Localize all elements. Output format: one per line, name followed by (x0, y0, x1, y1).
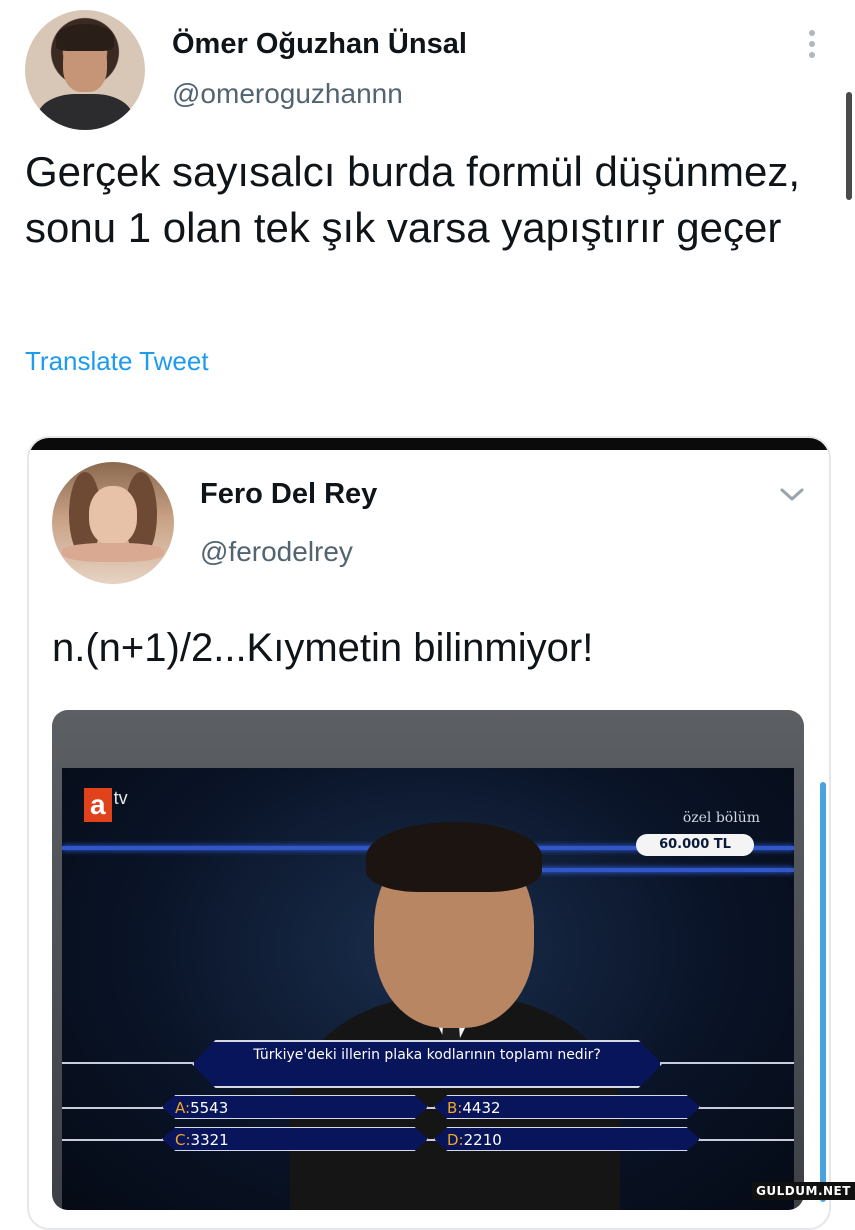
author-name[interactable]: Ömer Oğuzhan Ünsal (172, 28, 467, 61)
quoted-author-avatar[interactable] (52, 462, 174, 584)
answer-c: C:3321 (162, 1127, 428, 1151)
scrollbar[interactable] (846, 92, 852, 200)
author-handle[interactable]: @omeroguzhannn (172, 78, 403, 110)
avatar-body-shape (37, 94, 133, 130)
prize-amount: 60.000 TL (636, 834, 754, 856)
channel-logo: a tv (84, 788, 128, 822)
answer-value: 3321 (190, 1131, 229, 1149)
answer-value: 2210 (463, 1131, 502, 1149)
quoted-author-name[interactable]: Fero Del Rey (200, 478, 377, 511)
answer-b: B:4432 (434, 1095, 700, 1119)
author-avatar[interactable] (25, 10, 145, 130)
card-top-border (29, 438, 829, 450)
more-vertical-icon[interactable] (800, 28, 824, 60)
answer-d: D:2210 (434, 1127, 700, 1151)
avatar-face-shape (88, 486, 138, 545)
answer-key: B: (447, 1099, 463, 1117)
chevron-down-icon[interactable] (778, 484, 806, 504)
avatar-hair-shape (56, 24, 114, 51)
quoted-tweet-text: n.(n+1)/2...Kıymetin bilinmiyor! (52, 626, 594, 670)
channel-logo-text: tv (113, 788, 128, 808)
answer-key: C: (175, 1131, 191, 1149)
answer-key: D: (447, 1131, 464, 1149)
scroll-indicator[interactable] (820, 782, 826, 1202)
quoted-author-handle[interactable]: @ferodelrey (200, 536, 353, 568)
answer-a: A:5543 (162, 1095, 428, 1119)
tv-screen: a tv özel bölüm 60.000 TL Türkiye'deki il… (62, 768, 794, 1210)
host-hair (366, 822, 542, 892)
question-box: Türkiye'deki illerin plaka kodlarının to… (192, 1040, 662, 1088)
answer-value: 5543 (190, 1099, 229, 1117)
translate-tweet-link[interactable]: Translate Tweet (25, 346, 209, 377)
answer-value: 4432 (462, 1099, 501, 1117)
tweet-media-photo[interactable]: a tv özel bölüm 60.000 TL Türkiye'deki il… (52, 710, 804, 1210)
avatar-arm-shape (61, 542, 165, 563)
answer-key: A: (175, 1099, 191, 1117)
site-watermark: GULDUM.NET (752, 1182, 855, 1200)
tweet-text: Gerçek sayısalcı burda formül düşünmez, … (25, 148, 800, 251)
special-episode-label: özel bölüm (682, 810, 760, 826)
channel-logo-mark: a (84, 788, 112, 822)
